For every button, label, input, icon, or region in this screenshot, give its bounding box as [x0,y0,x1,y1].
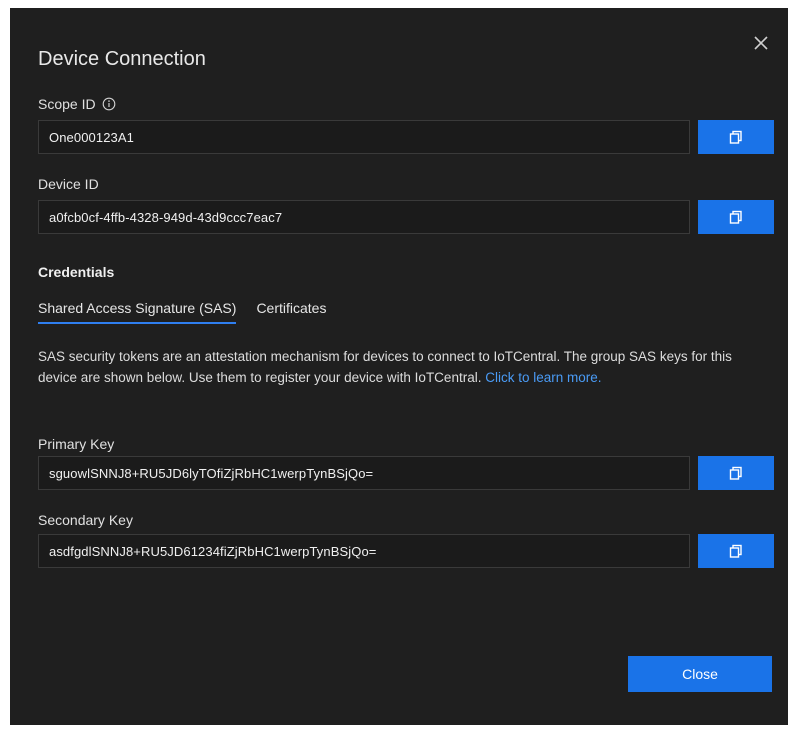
close-icon[interactable] [750,32,772,54]
credentials-tabs: Shared Access Signature (SAS) Certificat… [38,300,326,324]
scope-id-field[interactable]: One000123A1 [38,120,690,154]
copy-device-id-button[interactable] [698,200,774,234]
primary-key-field[interactable]: sguowlSNNJ8+RU5JD6lyTOfiZjRbHC1werpTynBS… [38,456,690,490]
device-connection-dialog: Device Connection Scope ID One000123A1 D… [10,8,788,725]
scope-id-label: Scope ID [38,96,96,112]
info-icon[interactable] [102,97,116,111]
primary-key-label: Primary Key [38,436,115,452]
dialog-title: Device Connection [38,48,206,70]
copy-icon [729,544,742,558]
close-button[interactable]: Close [628,656,772,692]
device-id-field[interactable]: a0fcb0cf-4ffb-4328-949d-43d9ccc7eac7 [38,200,690,234]
learn-more-link[interactable]: Click to learn more. [485,370,601,385]
scope-id-label-row: Scope ID [38,96,116,112]
tab-certificates[interactable]: Certificates [256,300,326,324]
copy-secondary-key-button[interactable] [698,534,774,568]
sas-description-text: SAS security tokens are an attestation m… [38,349,732,385]
device-id-label: Device ID [38,176,99,192]
secondary-key-field[interactable]: asdfgdlSNNJ8+RU5JD61234fiZjRbHC1werpTynB… [38,534,690,568]
sas-description: SAS security tokens are an attestation m… [38,346,758,388]
secondary-key-label: Secondary Key [38,512,133,528]
copy-primary-key-button[interactable] [698,456,774,490]
copy-icon [729,130,742,144]
copy-icon [729,210,742,224]
tab-sas[interactable]: Shared Access Signature (SAS) [38,300,237,324]
credentials-heading: Credentials [38,264,115,280]
copy-icon [729,466,742,480]
copy-scope-id-button[interactable] [698,120,774,154]
